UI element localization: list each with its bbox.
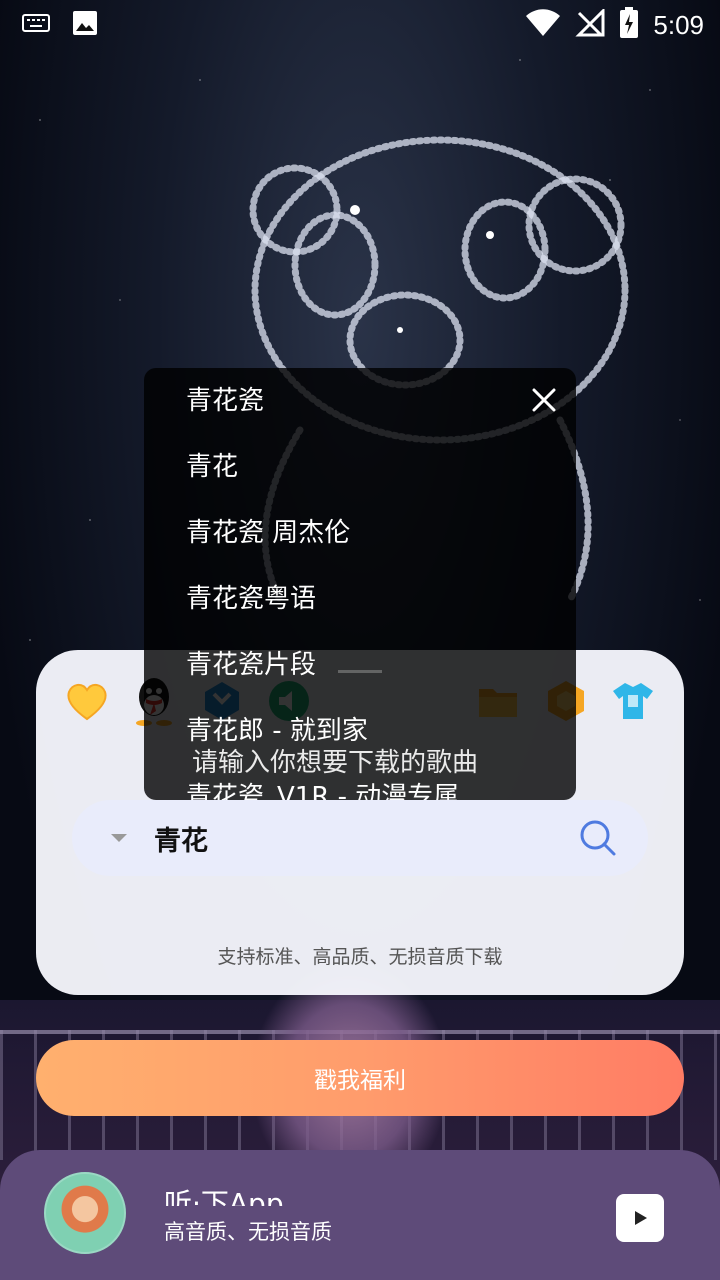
suggestion-item[interactable]: 青花 bbox=[186, 446, 238, 483]
keyboard-icon bbox=[22, 14, 50, 36]
status-bar: 5:09 bbox=[0, 0, 720, 50]
player-title-text: 听·下App bbox=[164, 1187, 284, 1206]
search-input[interactable] bbox=[154, 822, 576, 854]
player-subtitle-text: 高音质、无损音质 bbox=[164, 1220, 332, 1244]
battery-charging-icon bbox=[619, 7, 639, 43]
shirt-icon[interactable] bbox=[610, 678, 656, 724]
player-title: 听·下App bbox=[164, 1176, 284, 1206]
scroll-handle bbox=[338, 670, 382, 673]
heart-icon[interactable] bbox=[64, 678, 110, 724]
suggestion-item[interactable]: 青花瓷 bbox=[186, 380, 264, 417]
welfare-button[interactable]: 戳我福利 bbox=[36, 1040, 684, 1116]
play-icon bbox=[635, 1211, 647, 1225]
mini-player[interactable]: 听·下App 高音质、无损音质 bbox=[0, 1150, 720, 1280]
suggestion-dropdown: 青花瓷 青花 青花瓷 周杰伦 青花瓷粤语 青花瓷片段 青花郎 - 就到家 请输入… bbox=[144, 368, 576, 800]
no-signal-icon bbox=[575, 7, 605, 41]
clock: 5:09 bbox=[653, 9, 704, 40]
search-bar bbox=[72, 800, 648, 876]
wifi-icon bbox=[525, 9, 561, 41]
player-subtitle: 高音质、无损音质 bbox=[164, 1214, 332, 1246]
quality-hint: 支持标准、高品质、无损音质下载 bbox=[217, 946, 503, 968]
close-icon[interactable] bbox=[530, 386, 558, 414]
chevron-down-icon[interactable] bbox=[108, 827, 130, 849]
suggestion-item[interactable]: 青花瓷 周杰伦 bbox=[186, 512, 350, 549]
image-icon bbox=[72, 10, 98, 40]
search-placeholder-text: 请输入你想要下载的歌曲 bbox=[192, 748, 479, 778]
search-icon[interactable] bbox=[576, 816, 620, 860]
play-button[interactable] bbox=[616, 1194, 664, 1242]
suggestion-item[interactable]: 青花瓷片段 bbox=[186, 644, 316, 681]
suggestion-item[interactable]: 青花瓷_V1R - 动漫专属 bbox=[186, 776, 459, 800]
suggestion-item[interactable]: 青花瓷粤语 bbox=[186, 578, 316, 615]
album-cover[interactable] bbox=[44, 1172, 126, 1254]
